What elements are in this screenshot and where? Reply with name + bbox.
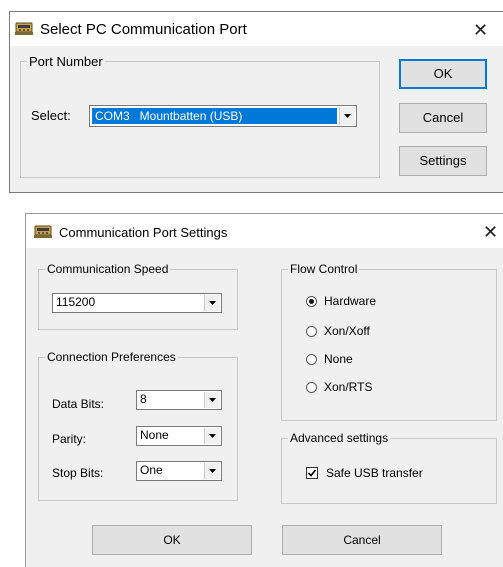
data-bits-value: 8 bbox=[140, 392, 147, 406]
stop-bits-select[interactable]: One bbox=[136, 461, 222, 481]
parity-select[interactable]: None bbox=[136, 426, 222, 446]
flow-radio-xonrts[interactable] bbox=[306, 382, 317, 393]
settings-button[interactable]: Settings bbox=[399, 146, 487, 176]
select-label: Select: bbox=[31, 108, 71, 123]
flow-radio-none[interactable] bbox=[306, 354, 317, 365]
flow-radio-hardware[interactable] bbox=[306, 296, 317, 307]
speed-select-value: 115200 bbox=[56, 295, 96, 309]
flow-option-label[interactable]: Xon/RTS bbox=[324, 380, 372, 394]
ok-button-label: OK bbox=[433, 66, 453, 81]
ok-button[interactable]: OK bbox=[92, 525, 252, 555]
flow-option-label[interactable]: Hardware bbox=[324, 294, 376, 308]
stop-bits-label: Stop Bits: bbox=[52, 466, 104, 480]
parity-label: Parity: bbox=[52, 432, 87, 446]
data-bits-label: Data Bits: bbox=[52, 397, 105, 411]
flow-control-group: Flow Control Hardware Xon/Xoff None Xon/… bbox=[281, 262, 497, 421]
chevron-down-icon[interactable] bbox=[204, 392, 220, 408]
ok-button[interactable]: OK bbox=[399, 59, 487, 89]
communication-speed-group: Communication Speed 115200 bbox=[38, 262, 238, 330]
app-icon bbox=[34, 225, 52, 239]
advanced-settings-label: Advanced settings bbox=[288, 431, 391, 445]
port-number-group: Port Number Select: COM3 Mountbatten (US… bbox=[20, 54, 380, 178]
flow-control-label: Flow Control bbox=[288, 262, 360, 276]
flow-option-label[interactable]: Xon/Xoff bbox=[324, 324, 370, 338]
port-select[interactable]: COM3 Mountbatten (USB) bbox=[89, 105, 357, 127]
flow-radio-xonxoff[interactable] bbox=[306, 326, 317, 337]
connection-preferences-group: Connection Preferences Data Bits: 8 Pari… bbox=[38, 350, 238, 501]
close-icon[interactable]: ✕ bbox=[473, 21, 488, 39]
window-title: Select PC Communication Port bbox=[40, 21, 247, 38]
port-settings-dialog: Communication Port Settings ✕ Communicat… bbox=[25, 213, 503, 567]
chevron-down-icon[interactable] bbox=[204, 428, 220, 444]
select-port-dialog: Select PC Communication Port ✕ Port Numb… bbox=[9, 11, 503, 193]
data-bits-select[interactable]: 8 bbox=[136, 390, 222, 410]
ok-button-label: OK bbox=[163, 533, 181, 547]
cancel-button-label: Cancel bbox=[422, 110, 464, 125]
port-settings-titlebar[interactable]: Communication Port Settings ✕ bbox=[26, 214, 503, 248]
communication-speed-label: Communication Speed bbox=[45, 262, 171, 276]
safe-usb-checkbox[interactable] bbox=[306, 467, 318, 479]
stop-bits-value: One bbox=[140, 463, 163, 477]
port-number-group-label: Port Number bbox=[27, 54, 105, 69]
select-label-text: Select: bbox=[31, 108, 71, 123]
parity-value: None bbox=[140, 428, 169, 442]
app-icon bbox=[15, 22, 33, 36]
connection-preferences-label: Connection Preferences bbox=[45, 350, 178, 364]
cancel-button-label: Cancel bbox=[343, 533, 381, 547]
advanced-settings-group: Advanced settings Safe USB transfer bbox=[281, 431, 497, 504]
flow-option-label[interactable]: None bbox=[324, 352, 353, 366]
port-select-value: COM3 Mountbatten (USB) bbox=[95, 109, 243, 123]
select-port-titlebar[interactable]: Select PC Communication Port ✕ bbox=[10, 12, 503, 46]
settings-button-label: Settings bbox=[419, 153, 467, 168]
chevron-down-icon[interactable] bbox=[204, 295, 220, 311]
radio-dot bbox=[309, 299, 314, 304]
safe-usb-label[interactable]: Safe USB transfer bbox=[326, 466, 423, 480]
close-icon[interactable]: ✕ bbox=[483, 223, 498, 241]
window-title: Communication Port Settings bbox=[59, 225, 228, 240]
cancel-button[interactable]: Cancel bbox=[282, 525, 442, 555]
speed-select[interactable]: 115200 bbox=[52, 293, 222, 313]
chevron-down-icon[interactable] bbox=[204, 463, 220, 479]
port-select-highlight: COM3 Mountbatten (USB) bbox=[92, 108, 337, 124]
cancel-button[interactable]: Cancel bbox=[399, 103, 487, 133]
check-icon bbox=[307, 469, 317, 477]
chevron-down-icon[interactable] bbox=[339, 107, 355, 125]
